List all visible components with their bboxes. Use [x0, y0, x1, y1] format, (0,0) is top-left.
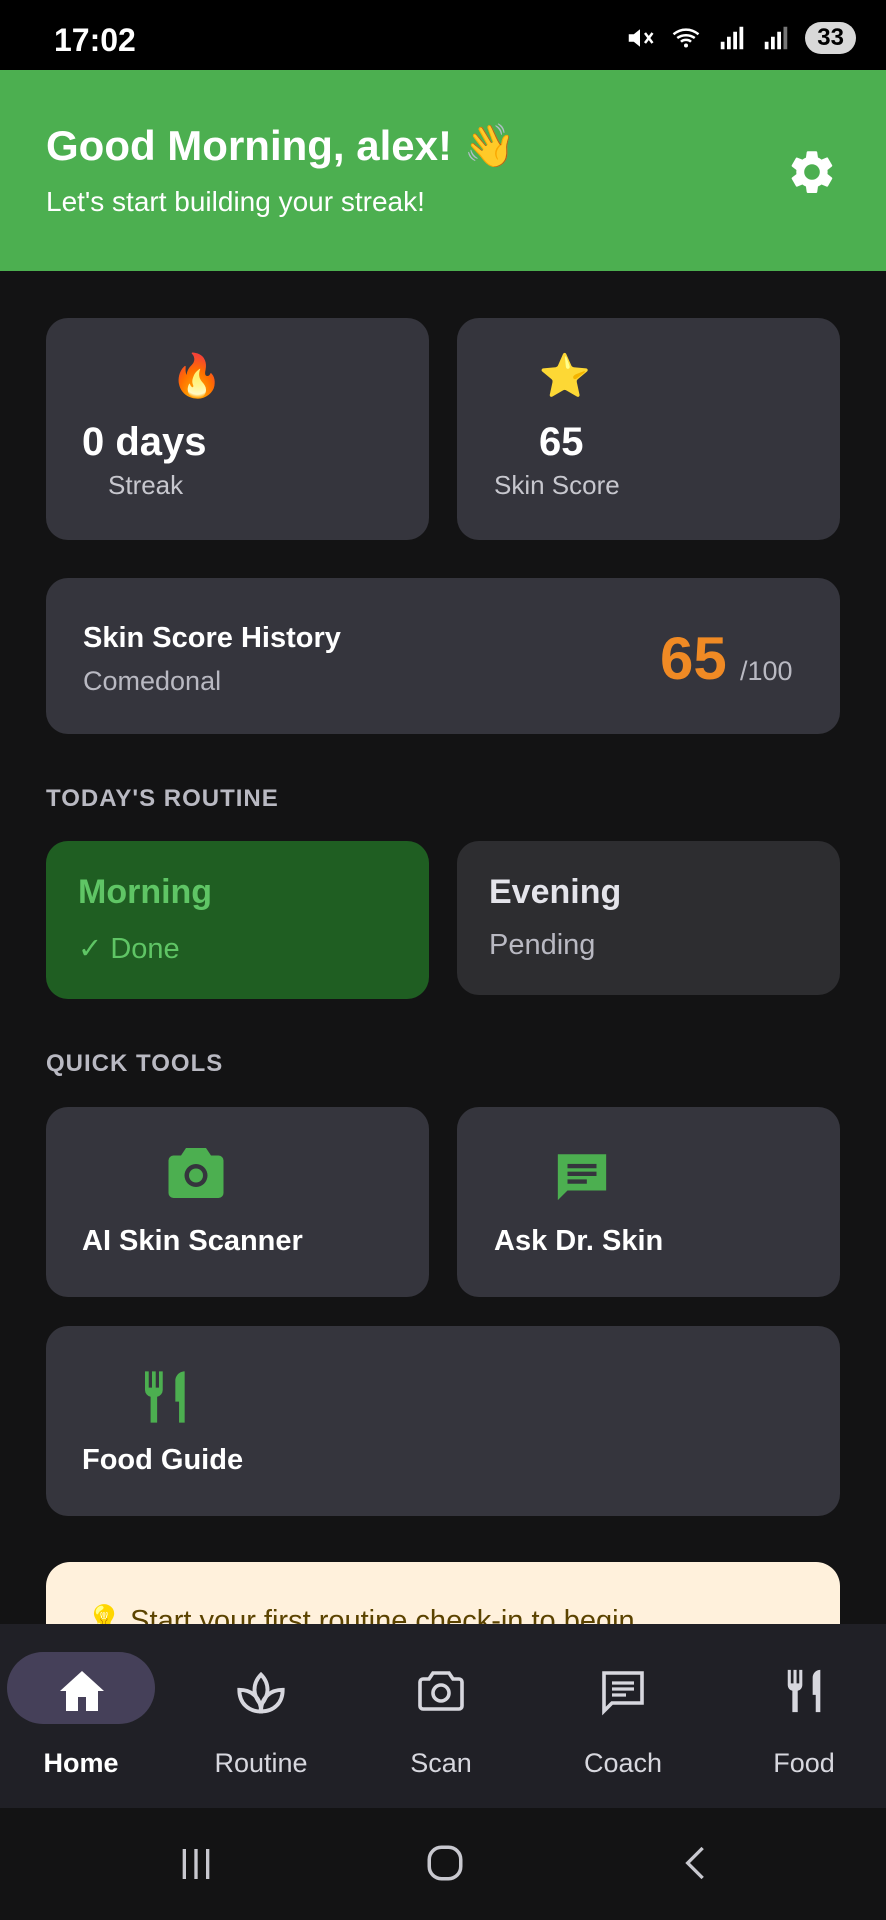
routine-section-title: TODAY'S ROUTINE [46, 785, 279, 812]
ask-dr-skin-label: Ask Dr. Skin [494, 1225, 664, 1257]
nav-routine-label: Routine [214, 1748, 308, 1778]
gear-icon [791, 151, 833, 193]
morning-status: ✓ Done [78, 933, 180, 965]
chat-outline-icon [602, 1671, 644, 1716]
morning-title: Morning [78, 873, 213, 911]
utensils-nav-icon [787, 1669, 821, 1713]
recent-apps-icon[interactable] [176, 1844, 216, 1884]
evening-status: Pending [489, 929, 596, 961]
battery-indicator: 33 [805, 22, 856, 54]
signal-icon [721, 26, 744, 50]
camera-icon [168, 1148, 224, 1198]
skin-score-label: Skin Score [494, 470, 620, 500]
food-guide-label: Food Guide [82, 1444, 244, 1476]
skin-score-value: 65 [539, 420, 584, 464]
history-title: Skin Score History [83, 622, 341, 654]
status-time: 17:02 [54, 22, 136, 58]
evening-routine-card[interactable]: Evening Pending [457, 841, 840, 995]
ai-skin-scanner-button[interactable]: AI Skin Scanner [46, 1107, 429, 1297]
nav-coach-label: Coach [583, 1748, 663, 1778]
history-score-max: /100 [740, 656, 793, 686]
fire-icon: 🔥 [170, 352, 224, 399]
chat-icon [557, 1154, 607, 1201]
streak-card[interactable]: 🔥 0 days Streak [46, 318, 429, 540]
ask-dr-skin-button[interactable]: Ask Dr. Skin [457, 1107, 840, 1297]
skin-score-card[interactable]: ⭐ 65 Skin Score [457, 318, 840, 540]
skin-score-history-card[interactable]: Skin Score History Comedonal 65 /100 [46, 578, 840, 734]
back-icon[interactable] [676, 1842, 716, 1884]
food-guide-button[interactable]: Food Guide [46, 1326, 840, 1516]
ai-skin-scanner-label: AI Skin Scanner [82, 1225, 303, 1257]
mute-icon [629, 29, 654, 47]
history-score: 65 [660, 625, 727, 692]
spa-icon [237, 1671, 285, 1714]
streak-label: Streak [108, 470, 184, 500]
home-circle-icon[interactable] [424, 1842, 466, 1884]
nav-home-label: Home [43, 1748, 119, 1778]
morning-routine-card[interactable]: Morning ✓ Done [46, 841, 429, 999]
greeting-subtitle: Let's start building your streak! [46, 186, 425, 217]
nav-scan-label: Scan [410, 1748, 472, 1778]
camera-outline-icon [418, 1671, 464, 1711]
utensils-icon [145, 1371, 185, 1423]
greeting: Good Morning, alex! 👋 [46, 122, 516, 169]
evening-title: Evening [489, 873, 622, 911]
signal-icon-2 [765, 26, 788, 50]
wifi-icon [672, 28, 700, 48]
settings-button[interactable] [786, 146, 838, 198]
nav-food-label: Food [773, 1748, 835, 1778]
home-icon [60, 1671, 104, 1711]
streak-value: 0 days [82, 420, 207, 464]
tools-section-title: QUICK TOOLS [46, 1050, 224, 1077]
status-icons: 33 [625, 22, 856, 54]
history-subtitle: Comedonal [83, 666, 222, 696]
star-icon: ⭐ [538, 352, 592, 399]
